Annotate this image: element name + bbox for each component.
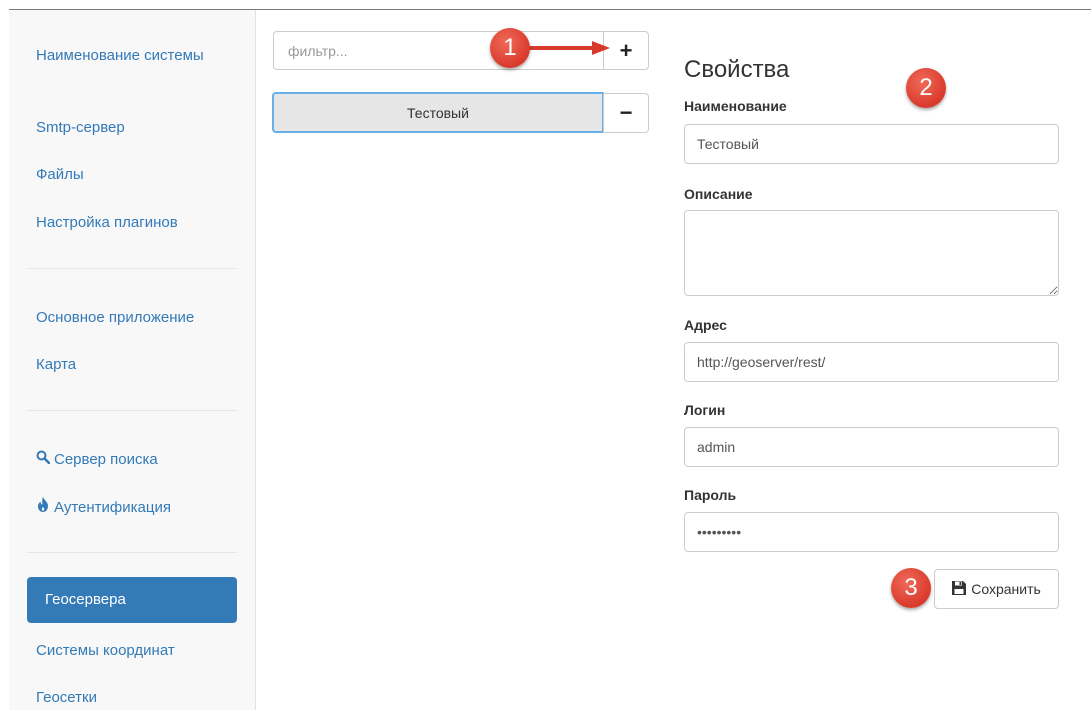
minus-icon: − — [619, 100, 633, 125]
sidebar-item-smtp[interactable]: Smtp-сервер — [18, 118, 228, 138]
annotation-badge-2: 2 — [906, 68, 946, 108]
sidebar-item-search-server[interactable]: Сервер поиска — [18, 450, 228, 470]
sidebar-divider — [27, 552, 237, 553]
sidebar-item-label: Файлы — [36, 166, 84, 183]
properties-title: Свойства — [684, 56, 790, 83]
remove-button[interactable]: − — [603, 93, 649, 133]
address-field[interactable] — [684, 342, 1059, 382]
sidebar-item-auth[interactable]: Аутентификация — [18, 497, 228, 518]
sidebar-item-plugins[interactable]: Настройка плагинов — [18, 213, 228, 233]
sidebar-divider — [27, 410, 237, 411]
address-label: Адрес — [684, 317, 727, 333]
sidebar-item-main-app[interactable]: Основное приложение — [18, 308, 228, 328]
sidebar-item-label: Основное приложение — [36, 309, 195, 326]
fire-icon — [36, 497, 50, 518]
list-item-selected[interactable]: Тестовый — [272, 92, 604, 133]
password-field[interactable] — [684, 512, 1059, 552]
annotation-badge-1: 1 — [490, 28, 530, 68]
plus-icon: + — [619, 37, 633, 63]
list-item-label: Тестовый — [407, 104, 469, 121]
name-label: Наименование — [684, 98, 787, 114]
save-button-label: Сохранить — [971, 581, 1041, 597]
sidebar-item-system-name[interactable]: Наименование системы — [18, 46, 228, 66]
search-icon — [36, 450, 51, 470]
sidebar-item-label: Сервер поиска — [54, 451, 158, 468]
login-label: Логин — [684, 402, 726, 418]
sidebar-item-label: Smtp-сервер — [36, 119, 125, 136]
sidebar-item-label: Геосервера — [45, 591, 126, 608]
name-field[interactable] — [684, 124, 1059, 164]
sidebar-item-geogrids[interactable]: Геосетки — [18, 688, 228, 708]
sidebar-item-coordinate-systems[interactable]: Системы координат — [18, 641, 228, 661]
password-label: Пароль — [684, 487, 737, 503]
sidebar-item-label: Геосетки — [36, 689, 97, 706]
sidebar-item-label: Наименование системы — [36, 47, 204, 64]
description-label: Описание — [684, 186, 753, 202]
login-field[interactable] — [684, 427, 1059, 467]
floppy-disk-icon — [952, 580, 967, 598]
description-field[interactable] — [684, 210, 1059, 296]
annotation-badge-3: 3 — [891, 568, 931, 608]
sidebar-item-label: Системы координат — [36, 642, 175, 659]
sidebar-item-label: Настройка плагинов — [36, 214, 178, 231]
sidebar-item-label: Аутентификация — [54, 499, 171, 516]
sidebar-divider — [27, 268, 237, 269]
annotation-arrow-icon — [520, 41, 610, 55]
sidebar-item-files[interactable]: Файлы — [18, 165, 228, 185]
sidebar-item-map[interactable]: Карта — [18, 355, 228, 375]
sidebar-item-label: Карта — [36, 356, 77, 373]
save-button[interactable]: Сохранить — [934, 569, 1059, 609]
sidebar-item-geoservers[interactable]: Геосервера — [27, 577, 237, 623]
